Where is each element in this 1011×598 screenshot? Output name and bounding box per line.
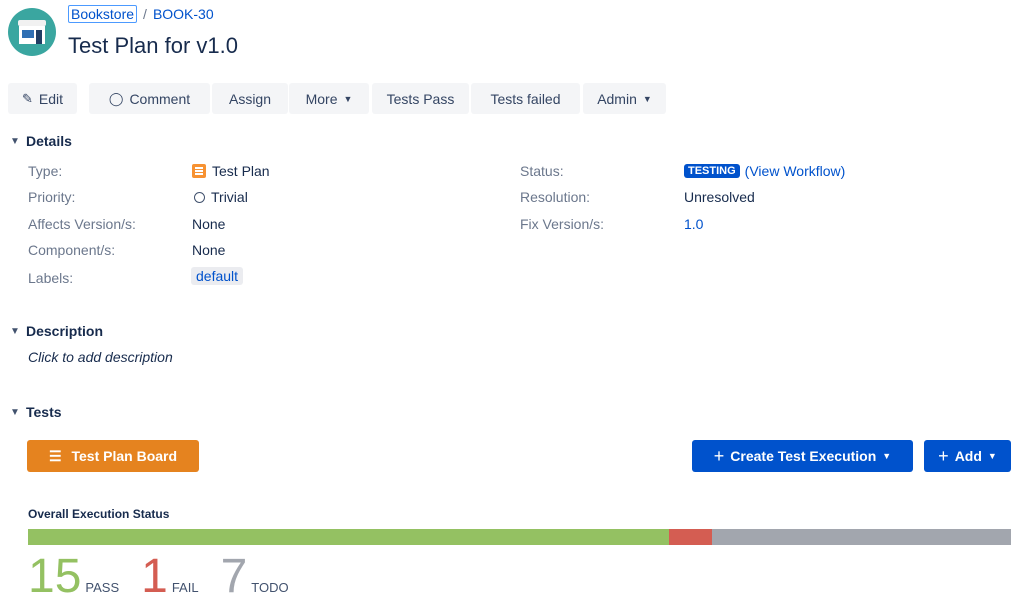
add-button[interactable]: + Add ▼ (924, 440, 1011, 472)
fix-version-link[interactable]: 1.0 (684, 216, 703, 232)
assign-button-label: Assign (228, 90, 272, 107)
tests-failed-button-label: Tests failed (490, 90, 561, 107)
overall-execution-status-title: Overall Execution Status (28, 507, 170, 521)
priority-trivial-icon (194, 191, 205, 203)
tests-pass-button-label: Tests Pass (386, 90, 455, 107)
type-value-text: Test Plan (212, 163, 270, 179)
description-placeholder[interactable]: Click to add description (28, 349, 173, 365)
create-test-execution-button[interactable]: + Create Test Execution ▼ (692, 440, 913, 472)
pass-count: 15 (28, 550, 82, 598)
type-label: Type: (28, 163, 63, 179)
component-label: Component/s: (28, 242, 116, 258)
comment-button-label: Comment (129, 90, 191, 107)
details-section-toggle[interactable]: ▼ Details (8, 133, 72, 149)
breadcrumb: Bookstore / BOOK-30 (68, 5, 214, 23)
tests-failed-button[interactable]: Tests failed (471, 83, 580, 114)
test-plan-board-label: Test Plan Board (71, 448, 178, 464)
tests-section-toggle[interactable]: ▼ Tests (8, 404, 62, 420)
labels-value: default (191, 267, 244, 285)
affects-version-label: Affects Version/s: (28, 216, 136, 232)
affects-version-value[interactable]: None (192, 216, 225, 232)
tests-pass-button[interactable]: Tests Pass (372, 83, 469, 114)
progress-segment-fail (669, 529, 712, 545)
labels-label: Labels: (28, 270, 74, 286)
test-plan-icon (192, 164, 206, 178)
todo-label: TODO (251, 580, 289, 595)
more-button[interactable]: More ▼ (289, 83, 369, 114)
breadcrumb-separator: / (143, 6, 147, 22)
comment-button[interactable]: ◯ Comment (89, 83, 210, 114)
chevron-down-icon: ▼ (10, 406, 20, 418)
admin-button-label: Admin (597, 90, 637, 107)
chevron-down-icon: ▼ (10, 325, 20, 337)
priority-value-text: Trivial (211, 189, 248, 205)
todo-count: 7 (220, 550, 248, 598)
chevron-down-icon: ▼ (10, 135, 20, 147)
comment-icon: ◯ (108, 90, 124, 106)
priority-value[interactable]: Trivial (194, 189, 248, 205)
tests-heading: Tests (26, 404, 62, 420)
plus-icon: + (938, 445, 949, 466)
chevron-down-icon: ▼ (343, 93, 353, 104)
description-heading: Description (26, 323, 104, 339)
store-window-icon (22, 30, 34, 38)
progress-segment-pass (28, 529, 670, 545)
component-value[interactable]: None (192, 242, 225, 258)
breadcrumb-issue-key-link[interactable]: BOOK-30 (153, 6, 214, 22)
label-tag-default[interactable]: default (191, 267, 244, 285)
plus-icon: + (713, 445, 725, 466)
resolution-value: Unresolved (684, 189, 755, 205)
description-section-toggle[interactable]: ▼ Description (8, 323, 103, 339)
store-door-icon (36, 30, 42, 44)
board-icon: ☰ (48, 447, 62, 464)
status-value: TESTING (View Workflow) (684, 163, 845, 179)
edit-button[interactable]: ✎ Edit (8, 83, 77, 114)
details-heading: Details (26, 133, 72, 149)
execution-status-bar (28, 529, 1011, 545)
view-workflow-link[interactable]: (View Workflow) (745, 163, 846, 179)
chevron-down-icon: ▼ (882, 451, 892, 461)
pass-label: PASS (85, 580, 120, 595)
page-title: Test Plan for v1.0 (68, 33, 238, 58)
pencil-icon: ✎ (21, 90, 33, 106)
status-badge: TESTING (684, 164, 740, 178)
execution-counts: 15 PASS 1 FAIL 7 TODO (28, 550, 311, 598)
admin-button[interactable]: Admin ▼ (583, 83, 666, 114)
resolution-label: Resolution: (520, 189, 591, 205)
chevron-down-icon: ▼ (987, 451, 997, 461)
fail-label: FAIL (171, 580, 199, 595)
project-avatar[interactable] (8, 8, 56, 56)
progress-segment-todo (711, 529, 1011, 545)
type-value: Test Plan (192, 163, 270, 179)
more-button-label: More (305, 90, 338, 107)
chevron-down-icon: ▼ (642, 93, 652, 104)
fail-count: 1 (141, 550, 168, 598)
edit-button-label: Edit (38, 90, 64, 107)
status-label: Status: (520, 163, 564, 179)
add-button-label: Add (954, 448, 982, 464)
fix-version-label: Fix Version/s: (520, 216, 605, 232)
test-plan-board-button[interactable]: ☰ Test Plan Board (27, 440, 199, 472)
create-test-execution-label: Create Test Execution (730, 448, 877, 464)
breadcrumb-project-link[interactable]: Bookstore (68, 5, 138, 23)
priority-label: Priority: (28, 189, 76, 205)
assign-button[interactable]: Assign (212, 83, 288, 114)
